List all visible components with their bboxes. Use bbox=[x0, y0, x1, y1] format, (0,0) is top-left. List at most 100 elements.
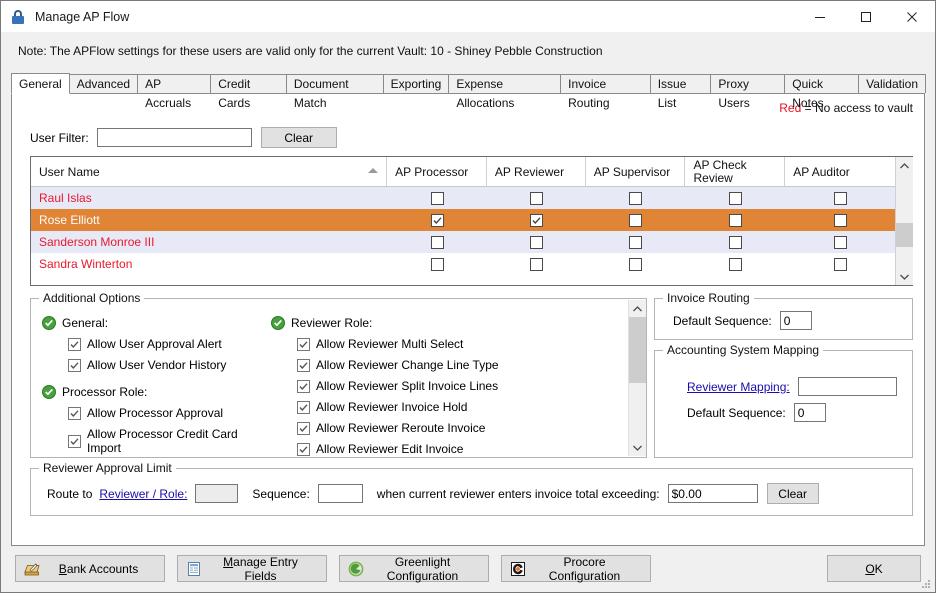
approval-limit-clear-button[interactable]: Clear bbox=[766, 483, 819, 504]
cell-ap-auditor[interactable] bbox=[785, 187, 895, 209]
scroll-down-icon[interactable] bbox=[628, 439, 646, 456]
option-allow-processor-approval[interactable]: Allow Processor Approval bbox=[68, 406, 272, 420]
column-header-ap-auditor[interactable]: AP Auditor bbox=[785, 157, 895, 186]
tab-advanced[interactable]: Advanced bbox=[68, 74, 139, 93]
scroll-up-icon[interactable] bbox=[895, 157, 913, 174]
column-header-ap-supervisor[interactable]: AP Supervisor bbox=[586, 157, 686, 186]
checkbox-checked[interactable] bbox=[297, 442, 310, 456]
checkbox-checked[interactable] bbox=[297, 358, 310, 372]
procore-configuration-button[interactable]: Procore Configuration bbox=[501, 555, 651, 583]
checkbox-checked[interactable] bbox=[297, 337, 310, 351]
cell-ap-supervisor[interactable] bbox=[586, 231, 686, 253]
checkbox[interactable] bbox=[629, 235, 643, 249]
sequence-input[interactable] bbox=[317, 484, 363, 503]
tab-issue-list[interactable]: Issue List bbox=[649, 74, 712, 110]
checkbox[interactable] bbox=[629, 213, 643, 227]
cell-ap-check-review[interactable] bbox=[685, 231, 785, 253]
reviewer-mapping-input[interactable] bbox=[797, 377, 897, 396]
cell-ap-auditor[interactable] bbox=[785, 253, 895, 275]
tab-ap-accruals[interactable]: AP Accruals bbox=[137, 74, 212, 110]
option-allow-processor-credit-card-import[interactable]: Allow Processor Credit Card Import bbox=[68, 427, 272, 455]
tab-proxy-users[interactable]: Proxy Users bbox=[710, 74, 786, 110]
checkbox[interactable] bbox=[833, 235, 847, 249]
option-allow-reviewer-change-line-type[interactable]: Allow Reviewer Change Line Type bbox=[297, 358, 611, 372]
checkbox[interactable] bbox=[529, 257, 543, 271]
additional-options-scrollbar[interactable] bbox=[628, 300, 646, 456]
ok-button[interactable]: OK bbox=[827, 555, 921, 582]
option-allow-user-approval-alert[interactable]: Allow User Approval Alert bbox=[68, 337, 272, 351]
column-header-ap-processor[interactable]: AP Processor bbox=[387, 157, 487, 186]
checkbox[interactable] bbox=[430, 191, 444, 205]
checkbox-checked[interactable] bbox=[297, 379, 310, 393]
tab-invoice-routing[interactable]: Invoice Routing bbox=[560, 74, 651, 110]
option-allow-reviewer-reroute-invoice[interactable]: Allow Reviewer Reroute Invoice bbox=[297, 421, 611, 435]
option-allow-reviewer-split-invoice-lines[interactable]: Allow Reviewer Split Invoice Lines bbox=[297, 379, 611, 393]
checkbox[interactable] bbox=[833, 191, 847, 205]
tab-expense-allocations[interactable]: Expense Allocations bbox=[448, 74, 562, 110]
bank-accounts-button[interactable]: Bank Accounts bbox=[15, 555, 165, 582]
checkbox[interactable] bbox=[728, 235, 742, 249]
table-row[interactable]: Sanderson Monroe III bbox=[31, 231, 895, 253]
checkbox-checked[interactable] bbox=[430, 213, 444, 227]
user-filter-input[interactable] bbox=[96, 128, 252, 147]
cell-ap-reviewer[interactable] bbox=[487, 231, 586, 253]
tab-exporting[interactable]: Exporting bbox=[382, 74, 450, 93]
options-scroll-track[interactable] bbox=[628, 317, 646, 439]
accounting-sequence-input[interactable] bbox=[793, 403, 826, 422]
maximize-button[interactable] bbox=[843, 1, 889, 32]
checkbox[interactable] bbox=[430, 235, 444, 249]
cell-ap-processor[interactable] bbox=[387, 253, 487, 275]
minimize-button[interactable] bbox=[797, 1, 843, 32]
cell-ap-check-review[interactable] bbox=[685, 187, 785, 209]
cell-ap-processor[interactable] bbox=[387, 209, 487, 231]
option-allow-reviewer-edit-invoice[interactable]: Allow Reviewer Edit Invoice bbox=[297, 442, 611, 456]
option-allow-user-vendor-history[interactable]: Allow User Vendor History bbox=[68, 358, 272, 372]
checkbox[interactable] bbox=[728, 191, 742, 205]
checkbox[interactable] bbox=[529, 191, 543, 205]
option-allow-reviewer-multi-select[interactable]: Allow Reviewer Multi Select bbox=[297, 337, 611, 351]
checkbox[interactable] bbox=[833, 213, 847, 227]
users-grid[interactable]: User Name AP Processor AP Reviewer AP Su… bbox=[30, 156, 913, 286]
cell-ap-processor[interactable] bbox=[387, 187, 487, 209]
checkbox[interactable] bbox=[728, 257, 742, 271]
reviewer-mapping-link[interactable]: Reviewer Mapping: bbox=[687, 380, 790, 394]
cell-ap-reviewer[interactable] bbox=[487, 209, 586, 231]
filter-clear-button[interactable]: Clear bbox=[260, 127, 337, 148]
checkbox-checked[interactable] bbox=[68, 337, 81, 351]
checkbox[interactable] bbox=[430, 257, 444, 271]
close-button[interactable] bbox=[889, 1, 935, 32]
checkbox[interactable] bbox=[629, 191, 643, 205]
table-row[interactable]: Raul Islas bbox=[31, 187, 895, 209]
cell-ap-reviewer[interactable] bbox=[487, 187, 586, 209]
scroll-up-icon[interactable] bbox=[628, 300, 646, 317]
tab-validation[interactable]: Validation bbox=[858, 74, 926, 93]
tab-general[interactable]: General bbox=[11, 73, 70, 94]
cell-ap-reviewer[interactable] bbox=[487, 253, 586, 275]
table-row[interactable]: Rose Elliott bbox=[31, 209, 895, 231]
cell-ap-supervisor[interactable] bbox=[586, 187, 686, 209]
grid-scroll-track[interactable] bbox=[895, 174, 913, 268]
checkbox-checked[interactable] bbox=[68, 434, 81, 448]
cell-ap-processor[interactable] bbox=[387, 231, 487, 253]
cell-ap-check-review[interactable] bbox=[685, 253, 785, 275]
checkbox-checked[interactable] bbox=[529, 213, 543, 227]
checkbox-checked[interactable] bbox=[68, 406, 81, 420]
checkbox[interactable] bbox=[629, 257, 643, 271]
grid-scroll-thumb[interactable] bbox=[895, 223, 913, 247]
resize-grip[interactable] bbox=[921, 579, 931, 589]
invoice-routing-sequence-input[interactable] bbox=[779, 311, 812, 330]
options-scroll-thumb[interactable] bbox=[628, 317, 646, 383]
tab-credit-cards[interactable]: Credit Cards bbox=[210, 74, 287, 110]
reviewer-role-link[interactable]: Reviewer / Role: bbox=[99, 487, 187, 501]
checkbox-checked[interactable] bbox=[297, 400, 310, 414]
option-allow-reviewer-invoice-hold[interactable]: Allow Reviewer Invoice Hold bbox=[297, 400, 611, 414]
cell-ap-auditor[interactable] bbox=[785, 209, 895, 231]
greenlight-configuration-button[interactable]: Greenlight Configuration bbox=[339, 555, 489, 583]
amount-input[interactable] bbox=[667, 484, 758, 503]
grid-vertical-scrollbar[interactable] bbox=[895, 157, 913, 285]
column-header-user-name[interactable]: User Name bbox=[31, 157, 388, 186]
cell-ap-supervisor[interactable] bbox=[586, 209, 686, 231]
table-row[interactable]: Sandra Winterton bbox=[31, 253, 895, 275]
tab-document-match[interactable]: Document Match bbox=[285, 74, 384, 110]
cell-ap-check-review[interactable] bbox=[685, 209, 785, 231]
